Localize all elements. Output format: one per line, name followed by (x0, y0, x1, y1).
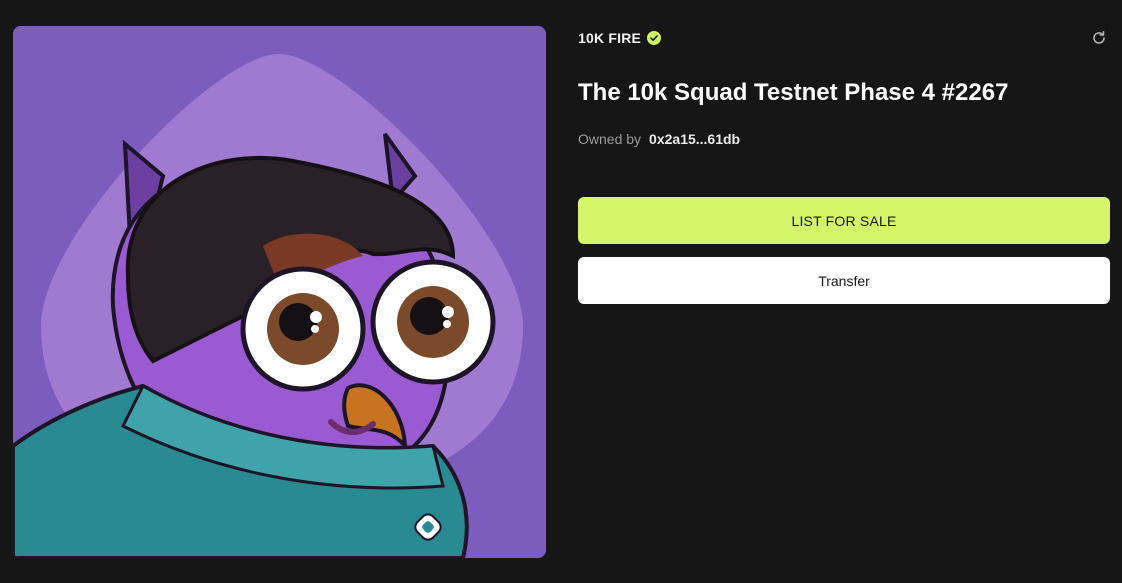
nft-title: The 10k Squad Testnet Phase 4 #2267 (578, 79, 1009, 106)
refresh-icon[interactable] (1091, 30, 1107, 46)
check-circle-icon (647, 31, 662, 45)
collection-link[interactable]: 10K FIRE (578, 30, 662, 46)
transfer-button[interactable]: Transfer (578, 257, 1110, 304)
list-for-sale-button[interactable]: LIST FOR SALE (578, 197, 1110, 244)
nft-artwork (13, 26, 546, 558)
owned-by-label: Owned by (578, 131, 642, 147)
owner-address-link[interactable]: 0x2a15...61db (649, 131, 740, 147)
owner-info: Owned by 0x2a15...61db (578, 131, 740, 147)
collection-name[interactable]: 10K FIRE (578, 30, 641, 46)
